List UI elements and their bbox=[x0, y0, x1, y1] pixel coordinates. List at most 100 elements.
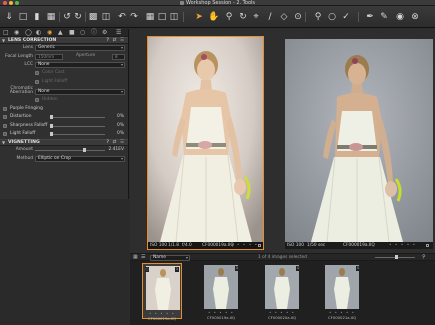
distortion-slider[interactable] bbox=[50, 115, 105, 119]
slider-knob[interactable] bbox=[50, 123, 53, 128]
toolbar-separator bbox=[85, 12, 86, 22]
hidden-row: Hidden bbox=[0, 97, 128, 106]
straighten-icon[interactable]: ∕ bbox=[264, 11, 276, 23]
rating-dots: • • • • • bbox=[231, 243, 259, 248]
grid-icon[interactable]: ▦ bbox=[144, 11, 156, 23]
output-tab[interactable]: ○ bbox=[80, 30, 85, 36]
redo-icon[interactable]: ↷ bbox=[128, 11, 140, 23]
thumbnail-4[interactable]: 1 • • • • • CF000021a.IIQ bbox=[322, 263, 362, 320]
zoom-icon[interactable]: ⚲ bbox=[223, 11, 235, 23]
slider-knob[interactable] bbox=[395, 255, 398, 259]
import-icon[interactable]: ⇓ bbox=[3, 11, 15, 23]
detail-tab[interactable]: ▲ bbox=[58, 30, 63, 36]
vignetting-header[interactable]: ▼ VIGNETTING ? ⇄ ☰ bbox=[0, 139, 128, 146]
focal-length-field[interactable]: 150mm bbox=[35, 53, 63, 60]
toolbar-separator bbox=[183, 12, 184, 22]
aperture-label: Aperture bbox=[76, 53, 96, 58]
crop-tool-icon[interactable]: ⌖ bbox=[250, 11, 262, 23]
sharpness-falloff-checkbox[interactable] bbox=[3, 123, 7, 128]
eraser-icon[interactable]: ✎ bbox=[378, 11, 390, 23]
panel-empty-area bbox=[0, 199, 129, 325]
list-view-icon[interactable]: ☰ bbox=[141, 254, 145, 261]
settings-tab[interactable]: ⚙ bbox=[102, 30, 107, 36]
main-toolbar: ⇓ □ ▮ ▦ ↺ ↻ ▩ ◫ ↶ ↷ ▦ □ ◫ ➤ ✋ ⚲ ↻ ⌖ ∕ ◇ … bbox=[0, 6, 435, 28]
search-icon[interactable]: ⚲ bbox=[312, 11, 324, 23]
primary-image[interactable]: ISO 100 1/1.8 f/4.0 CF000019a.IIQ • • • … bbox=[147, 36, 264, 250]
filmstrip: ○ 1 • • • • • CF000019a.IIQ 1 • • • • • … bbox=[130, 261, 435, 325]
filmstrip-toolbar: ▦ ☰ Name 1 of 4 images selected ⚲ bbox=[130, 253, 435, 261]
keystone-icon[interactable]: ◇ bbox=[278, 11, 290, 23]
bride-photo bbox=[148, 37, 263, 243]
thumbnail-size-slider[interactable] bbox=[375, 255, 415, 259]
brush-icon[interactable]: ✒ bbox=[364, 11, 376, 23]
library-tab[interactable]: □ bbox=[3, 30, 9, 36]
slider-knob[interactable] bbox=[50, 132, 53, 136]
pointer-tool-icon[interactable]: ➤ bbox=[193, 11, 205, 23]
color-cast-checkbox[interactable] bbox=[35, 71, 39, 75]
spot-icon[interactable]: ⊙ bbox=[292, 11, 304, 23]
light-falloff-slider[interactable] bbox=[50, 132, 105, 136]
search-icon[interactable]: ⚲ bbox=[422, 254, 426, 261]
amount-row: Amount 2.41EV bbox=[15, 146, 124, 153]
toolbar-separator bbox=[358, 12, 359, 22]
lens-row: Lens Generic bbox=[0, 44, 128, 53]
slider-knob[interactable] bbox=[50, 115, 53, 119]
sharpness-falloff-slider[interactable] bbox=[50, 123, 105, 128]
panel-menu-icon[interactable]: ☰ bbox=[116, 30, 121, 36]
color-cast-row: Color Cast bbox=[0, 70, 128, 79]
method-row: Method Elliptic on Crop bbox=[0, 155, 128, 164]
rotate-right-icon[interactable]: ↻ bbox=[72, 11, 84, 23]
distortion-checkbox[interactable] bbox=[3, 115, 7, 119]
camera-icon[interactable]: ◉ bbox=[394, 11, 406, 23]
rotate-tool-icon[interactable]: ↻ bbox=[237, 11, 249, 23]
purple-fringing-checkbox[interactable] bbox=[3, 106, 7, 111]
hidden-checkbox[interactable] bbox=[35, 98, 39, 102]
method-select[interactable]: Elliptic on Crop bbox=[35, 155, 125, 162]
lcc-row: LCC None bbox=[0, 61, 128, 70]
tag-icon[interactable] bbox=[426, 244, 429, 247]
browser-icon[interactable]: ▩ bbox=[87, 11, 99, 23]
multi-view-icon[interactable]: ◫ bbox=[168, 11, 180, 23]
badge-icon: ○ bbox=[145, 267, 149, 272]
light-falloff-row: Light Falloff 0% bbox=[0, 131, 128, 140]
layout-icon[interactable]: ▮ bbox=[31, 11, 43, 23]
lens-correction-header[interactable]: ▼ LENS CORRECTION ? ⇄ ☰ bbox=[0, 37, 128, 44]
exposure-tab[interactable]: ◐ bbox=[36, 30, 41, 36]
amount-slider[interactable] bbox=[35, 147, 105, 152]
thumbnail-image bbox=[204, 265, 238, 309]
process-icon[interactable]: ⊗ bbox=[409, 11, 421, 23]
capture-tab[interactable]: ◉ bbox=[14, 30, 19, 36]
thumbnail-3[interactable]: 1 • • • • • CF000020a.IIQ bbox=[262, 263, 302, 320]
loupe-icon[interactable]: ○ bbox=[326, 11, 338, 23]
chromatic-select[interactable]: None bbox=[35, 88, 125, 95]
lcc-select[interactable]: None bbox=[35, 62, 125, 68]
purple-fringing-row: Purple Fringing bbox=[0, 105, 128, 114]
crop-icon[interactable]: ▦ bbox=[45, 11, 57, 23]
light-falloff-option-checkbox[interactable] bbox=[35, 79, 39, 84]
compare-image[interactable]: ISO 100 1/50 sec CF000019a.IIQ • • • • • bbox=[285, 39, 433, 250]
sharpness-falloff-row: Sharpness Falloff 0% bbox=[0, 122, 128, 131]
distortion-row: Distortion 0% bbox=[0, 114, 128, 123]
color-tab[interactable]: ◯ bbox=[25, 30, 32, 36]
tag-icon[interactable] bbox=[258, 244, 261, 247]
trash-icon[interactable]: ◫ bbox=[100, 11, 112, 23]
thumbnail-1[interactable]: ○ 1 • • • • • CF000019a.IIQ bbox=[142, 263, 182, 321]
thumbnail-2[interactable]: 1 • • • • • CF000019a.IIQ bbox=[201, 263, 241, 320]
adjustments-tab[interactable]: ■ bbox=[69, 30, 75, 36]
toolbar-separator bbox=[305, 12, 306, 22]
hand-icon[interactable]: ✋ bbox=[208, 11, 220, 23]
aperture-field[interactable]: 8 bbox=[112, 53, 125, 60]
folder-icon[interactable]: □ bbox=[17, 11, 29, 23]
image-status-bar: ISO 100 1/1.8 f/4.0 CF000019a.IIQ • • • … bbox=[148, 242, 263, 249]
lens-tab[interactable]: ◉ bbox=[47, 30, 52, 36]
picker-icon[interactable]: ✓ bbox=[340, 11, 352, 23]
sort-select[interactable]: Name bbox=[150, 254, 190, 261]
grid-view-icon[interactable]: ▦ bbox=[133, 254, 138, 261]
undo-icon[interactable]: ↶ bbox=[116, 11, 128, 23]
slider-knob[interactable] bbox=[83, 147, 86, 152]
image-viewer[interactable]: ISO 100 1/1.8 f/4.0 CF000019a.IIQ • • • … bbox=[130, 29, 435, 253]
light-falloff-checkbox[interactable] bbox=[3, 132, 7, 136]
lens-select[interactable]: Generic bbox=[35, 45, 125, 51]
single-view-icon[interactable]: □ bbox=[156, 11, 168, 23]
metadata-tab[interactable]: ⓘ bbox=[91, 30, 97, 36]
